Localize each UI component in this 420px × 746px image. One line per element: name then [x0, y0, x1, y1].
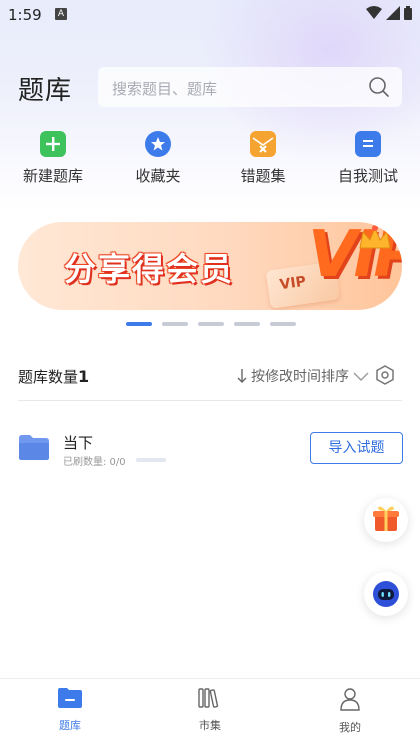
nav-label: 市集 — [199, 719, 221, 732]
search-input[interactable]: 搜索题目、题库 — [98, 67, 402, 107]
books-icon — [198, 688, 219, 708]
quick-action-label: 新建题库 — [22, 167, 83, 185]
tab-profile[interactable]: 我的 — [300, 687, 400, 735]
bank-count: 题库数量1 — [18, 366, 89, 387]
nav-label: 我的 — [339, 721, 361, 734]
settings-icon[interactable] — [375, 365, 395, 385]
battery-icon — [404, 6, 412, 20]
sort-dropdown[interactable]: 按修改时间排序 — [236, 366, 370, 386]
import-questions-button[interactable]: 导入试题 — [310, 432, 403, 464]
page-title: 题库 — [18, 76, 73, 106]
gift-button[interactable] — [364, 498, 408, 542]
status-bar: 1:59 A — [0, 0, 420, 30]
plus-square-icon — [40, 131, 66, 157]
carousel-dot[interactable] — [126, 322, 152, 326]
carousel-dot[interactable] — [198, 322, 224, 326]
quick-actions: 新建题库 收藏夹 错题集 自我测试 — [0, 126, 420, 186]
divider — [18, 400, 402, 401]
carousel-dot[interactable] — [234, 322, 260, 326]
test-sheet-icon — [355, 131, 381, 157]
crown-icon — [359, 225, 391, 249]
bank-count-value: 1 — [78, 367, 90, 386]
vip-card-text: VIP — [278, 273, 307, 294]
list-item[interactable]: 当下 已刷数量: 0/0 导入试题 — [0, 420, 420, 476]
folder-icon — [58, 688, 82, 708]
favorites-button[interactable]: 收藏夹 — [108, 126, 208, 186]
bank-name: 当下 — [63, 434, 94, 452]
arrow-down-icon — [237, 369, 247, 383]
notification-badge: A — [55, 8, 67, 20]
bank-progress-text: 已刷数量: 0/0 — [63, 457, 126, 468]
folder-icon — [19, 435, 49, 460]
tab-question-bank[interactable]: 题库 — [20, 687, 120, 733]
carousel-indicator — [126, 322, 296, 326]
promo-banner[interactable]: 分享得会员 VIP VIP — [18, 222, 402, 310]
new-bank-button[interactable]: 新建题库 — [3, 126, 103, 186]
wifi-icon — [366, 6, 382, 19]
status-icons — [366, 6, 412, 20]
tab-market[interactable]: 市集 — [160, 687, 260, 733]
wrong-envelope-icon — [250, 131, 276, 157]
bank-progress-bar — [136, 458, 166, 462]
wrong-questions-button[interactable]: 错题集 — [213, 126, 313, 186]
star-badge-icon — [145, 131, 171, 157]
sort-label: 按修改时间排序 — [251, 369, 349, 385]
self-test-button[interactable]: 自我测试 — [318, 126, 418, 186]
robot-icon — [373, 581, 399, 607]
bottom-nav: 题库 市集 我的 — [0, 678, 420, 746]
signal-icon — [386, 6, 400, 20]
carousel-dot[interactable] — [162, 322, 188, 326]
carousel-dot[interactable] — [270, 322, 296, 326]
quick-action-label: 错题集 — [240, 167, 286, 185]
search-icon[interactable] — [368, 76, 390, 98]
search-placeholder: 搜索题目、题库 — [112, 80, 218, 98]
banner-title: 分享得会员 — [64, 250, 235, 288]
bank-count-label: 题库数量 — [18, 368, 79, 386]
gift-icon — [373, 506, 399, 531]
chevron-down-icon — [353, 372, 369, 381]
assistant-button[interactable] — [364, 572, 408, 616]
nav-label: 题库 — [59, 719, 81, 732]
person-icon — [340, 688, 360, 711]
quick-action-label: 自我测试 — [337, 167, 398, 185]
quick-action-label: 收藏夹 — [135, 167, 181, 185]
status-time: 1:59 — [8, 6, 42, 24]
